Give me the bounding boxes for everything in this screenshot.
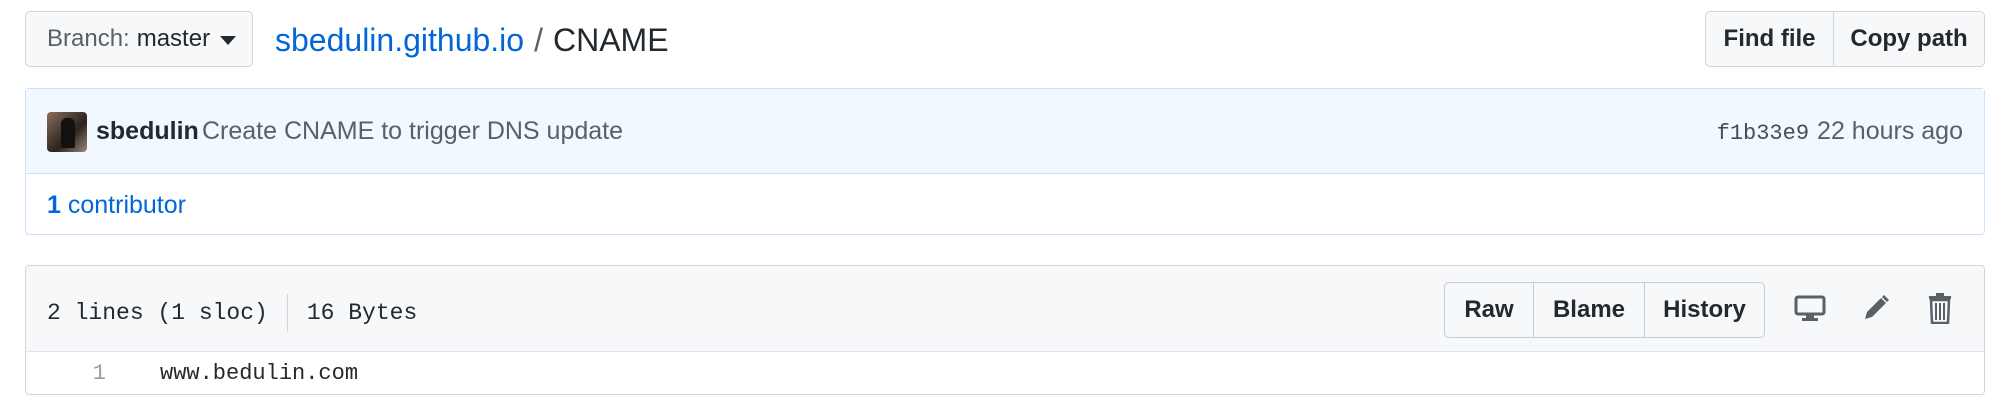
- breadcrumb-separator: /: [534, 21, 543, 58]
- trash-icon[interactable]: [1922, 290, 1958, 326]
- commit-sha[interactable]: f1b33e9: [1717, 121, 1809, 146]
- contributor-count: 1: [47, 191, 61, 219]
- latest-commit: sbedulin Create CNAME to trigger DNS upd…: [26, 89, 1984, 174]
- commit-tease: sbedulin Create CNAME to trigger DNS upd…: [25, 88, 1985, 235]
- branch-value: master: [136, 25, 211, 52]
- find-file-button[interactable]: Find file: [1706, 12, 1833, 66]
- branch-selector-button[interactable]: Branch: master: [25, 11, 253, 67]
- line-number[interactable]: 1: [26, 361, 106, 386]
- file-info-divider: [286, 294, 288, 332]
- repo-link[interactable]: sbedulin.github.io: [275, 22, 524, 59]
- caret-down-icon: [220, 35, 237, 45]
- contributors-link[interactable]: 1 contributor: [47, 191, 186, 220]
- pencil-icon[interactable]: [1858, 290, 1894, 326]
- commit-author[interactable]: sbedulin: [96, 117, 199, 146]
- commit-meta: f1b33e9 22 hours ago: [1717, 117, 1963, 146]
- file-info: 2 lines (1 sloc) 16 Bytes: [47, 294, 417, 332]
- file-header: 2 lines (1 sloc) 16 Bytes Raw Blame Hist…: [26, 266, 1984, 352]
- code-line: 1 www.bedulin.com: [26, 352, 1984, 394]
- file-name: CNAME: [552, 21, 669, 58]
- file-view: 2 lines (1 sloc) 16 Bytes Raw Blame Hist…: [25, 265, 1985, 395]
- branch-label: Branch:: [47, 25, 130, 52]
- code-text: www.bedulin.com: [160, 361, 359, 386]
- breadcrumb: sbedulin.github.io / CNAME: [275, 18, 669, 62]
- blame-button[interactable]: Blame: [1533, 283, 1644, 337]
- raw-button[interactable]: Raw: [1445, 283, 1533, 337]
- file-lines: 2 lines (1 sloc): [47, 300, 268, 326]
- avatar[interactable]: [47, 112, 87, 152]
- copy-path-button[interactable]: Copy path: [1833, 12, 1984, 66]
- file-nav-button-group: Find file Copy path: [1705, 11, 1985, 67]
- file-actions-group: Raw Blame History: [1444, 282, 1765, 338]
- desktop-icon[interactable]: [1792, 290, 1828, 326]
- contributor-label: contributor: [67, 191, 186, 219]
- history-button[interactable]: History: [1644, 283, 1764, 337]
- commit-time: 22 hours ago: [1817, 117, 1963, 145]
- file-size: 16 Bytes: [306, 300, 418, 326]
- commit-message[interactable]: Create CNAME to trigger DNS update: [202, 117, 623, 146]
